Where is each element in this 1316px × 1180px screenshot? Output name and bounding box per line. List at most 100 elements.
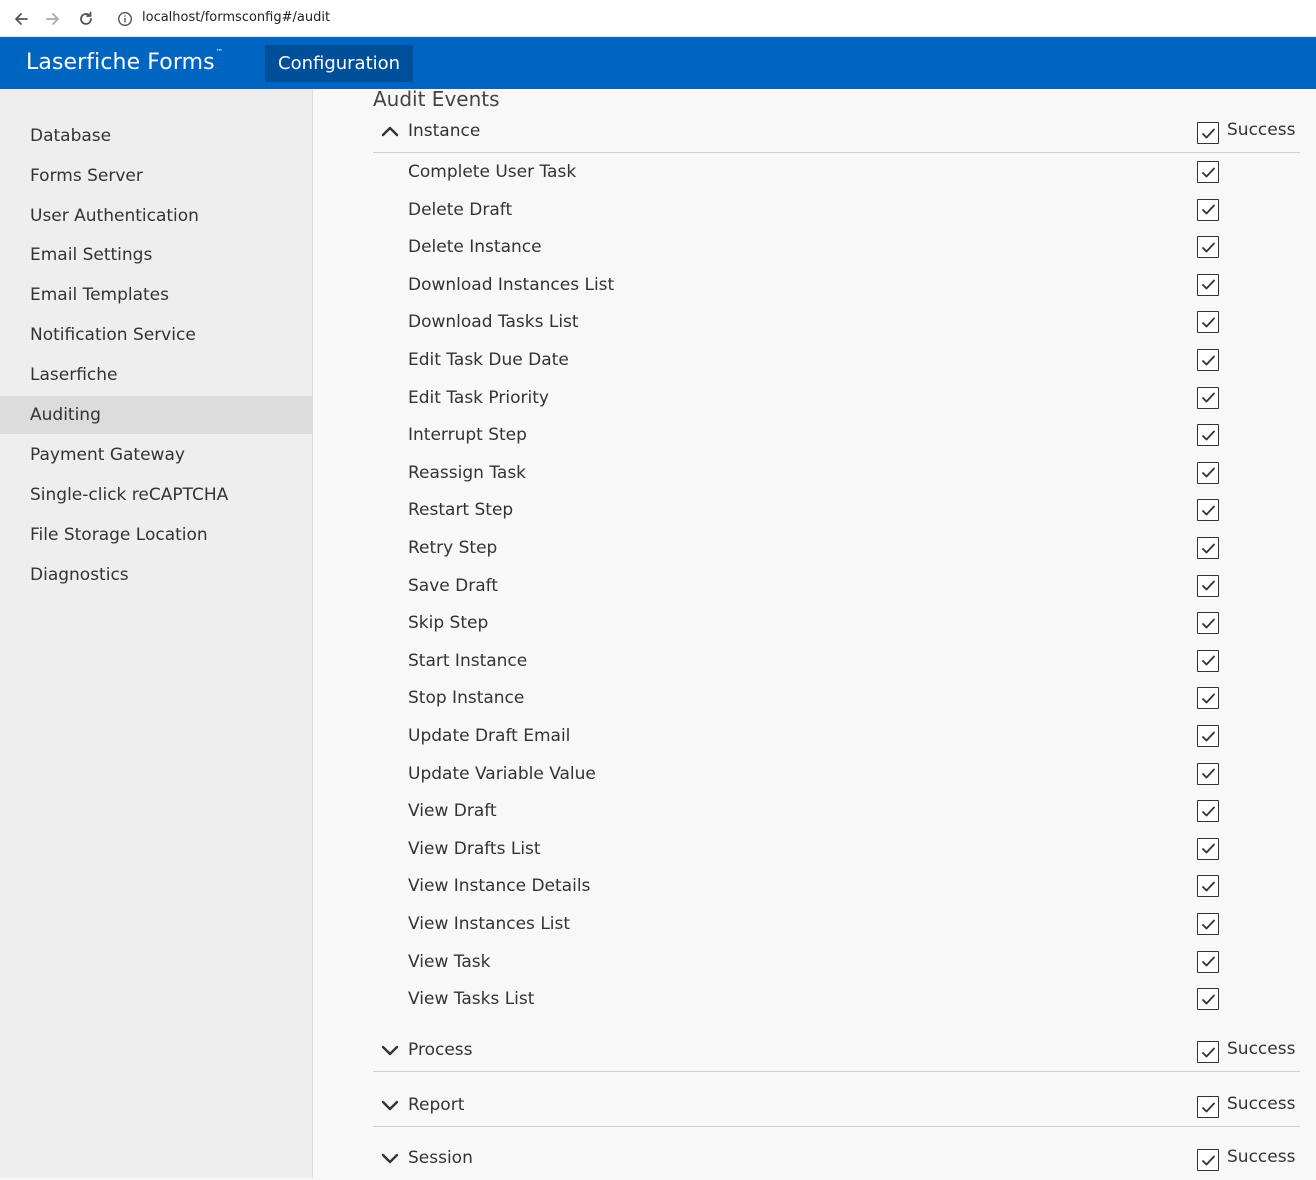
section-process[interactable]: Process Success <box>373 1032 1300 1072</box>
checkmark-icon <box>1201 806 1215 817</box>
sidebar-item-notification-service[interactable]: Notification Service <box>0 316 312 354</box>
back-arrow-icon[interactable] <box>10 8 32 30</box>
event-row: Complete User Task <box>373 154 1300 191</box>
success-label: Success <box>1227 1094 1296 1114</box>
section-label: Instance <box>408 121 481 141</box>
event-checkbox[interactable] <box>1197 198 1219 221</box>
reload-icon[interactable] <box>75 8 97 30</box>
checkmark-icon <box>1201 655 1215 666</box>
app-header: Laserfiche Forms™ Configuration <box>0 37 1316 89</box>
event-checkbox[interactable] <box>1197 461 1219 484</box>
event-checkbox[interactable] <box>1197 649 1219 672</box>
event-row: Retry Step <box>373 530 1300 567</box>
event-checkbox[interactable] <box>1197 236 1219 259</box>
event-row: View Draft <box>373 793 1300 830</box>
checkmark-icon <box>1201 731 1215 741</box>
browser-bar: localhost/formsconfig#/audit <box>0 0 1316 37</box>
sidebar-item-database[interactable]: Database <box>0 117 312 155</box>
sidebar-item-file-storage-location[interactable]: File Storage Location <box>0 516 312 554</box>
event-checkbox[interactable] <box>1197 913 1219 935</box>
event-row: View Drafts List <box>373 831 1300 868</box>
event-row: Interrupt Step <box>373 417 1300 454</box>
event-checkbox[interactable] <box>1197 537 1219 559</box>
checkmark-icon <box>1201 279 1215 290</box>
checkmark-icon <box>1201 843 1215 854</box>
success-checkbox[interactable] <box>1197 1096 1219 1118</box>
event-checkbox[interactable] <box>1197 950 1219 973</box>
sidebar-item-recaptcha[interactable]: Single-click reCAPTCHA <box>0 476 312 514</box>
checkmark-icon <box>1201 167 1215 177</box>
checkmark-icon <box>1201 1102 1215 1112</box>
checkmark-icon <box>1201 355 1215 365</box>
event-checkbox[interactable] <box>1197 800 1219 823</box>
event-checkbox[interactable] <box>1197 499 1219 522</box>
event-row: Delete Draft <box>373 192 1300 229</box>
section-report[interactable]: Report Success <box>373 1087 1300 1127</box>
section-label: Process <box>408 1040 473 1060</box>
event-checkbox[interactable] <box>1197 161 1219 183</box>
event-row: View Task <box>373 944 1300 981</box>
brand-logo[interactable]: Laserfiche Forms™ <box>26 47 223 75</box>
sidebar-item-diagnostics[interactable]: Diagnostics <box>0 556 312 594</box>
event-label: Start Instance <box>408 650 528 671</box>
section-label: Report <box>408 1095 465 1115</box>
sidebar-item-email-settings[interactable]: Email Settings <box>0 236 312 274</box>
event-label: View Task <box>408 951 491 972</box>
event-checkbox[interactable] <box>1197 574 1219 597</box>
event-label: Delete Draft <box>408 199 513 220</box>
checkmark-icon <box>1201 467 1215 478</box>
chevron-down-icon[interactable] <box>381 1041 399 1059</box>
checkmark-icon <box>1201 430 1215 441</box>
event-checkbox[interactable] <box>1197 687 1219 710</box>
event-checkbox[interactable] <box>1197 273 1219 296</box>
event-row: Update Variable Value <box>373 756 1300 793</box>
event-label: Edit Task Due Date <box>408 350 569 370</box>
sidebar-item-laserfiche[interactable]: Laserfiche <box>0 356 312 394</box>
event-checkbox[interactable] <box>1197 349 1219 371</box>
sidebar-item-forms-server[interactable]: Forms Server <box>0 157 312 195</box>
event-checkbox[interactable] <box>1197 612 1219 635</box>
event-row: Download Tasks List <box>373 304 1300 341</box>
success-checkbox[interactable] <box>1197 122 1219 144</box>
sidebar: Database Forms Server User Authenticatio… <box>0 89 313 1178</box>
section-session[interactable]: Session Success <box>373 1140 1300 1180</box>
event-checkbox[interactable] <box>1197 875 1219 898</box>
trademark: ™ <box>215 47 223 56</box>
event-checkbox[interactable] <box>1197 725 1219 747</box>
sidebar-item-user-authentication[interactable]: User Authentication <box>0 197 312 235</box>
address-bar[interactable]: localhost/formsconfig#/audit <box>142 10 330 25</box>
event-checkbox[interactable] <box>1197 762 1219 785</box>
sidebar-item-auditing[interactable]: Auditing <box>0 396 312 434</box>
checkmark-icon <box>1201 543 1215 553</box>
event-row: Edit Task Due Date <box>373 342 1300 379</box>
section-instance[interactable]: Instance Success <box>373 113 1300 153</box>
event-checkbox[interactable] <box>1197 386 1219 409</box>
section-label: Session <box>408 1148 473 1168</box>
event-checkbox[interactable] <box>1197 311 1219 334</box>
event-checkbox[interactable] <box>1197 988 1219 1011</box>
event-row: Edit Task Priority <box>373 380 1300 417</box>
event-checkbox[interactable] <box>1197 424 1219 447</box>
chevron-down-icon[interactable] <box>381 1149 399 1167</box>
event-row: View Instances List <box>373 906 1300 943</box>
event-row: Skip Step <box>373 605 1300 642</box>
event-label: Update Variable Value <box>408 763 596 784</box>
event-label: Update Draft Email <box>408 726 571 746</box>
sidebar-item-payment-gateway[interactable]: Payment Gateway <box>0 436 312 474</box>
event-row: Start Instance <box>373 643 1300 680</box>
event-label: Complete User Task <box>408 162 577 182</box>
event-label: Save Draft <box>408 575 498 596</box>
sidebar-item-email-templates[interactable]: Email Templates <box>0 276 312 314</box>
forward-arrow-icon[interactable] <box>42 8 64 30</box>
success-label: Success <box>1227 1147 1296 1167</box>
event-label: Retry Step <box>408 538 498 558</box>
tab-configuration[interactable]: Configuration <box>265 45 414 82</box>
success-checkbox[interactable] <box>1197 1041 1219 1063</box>
event-label: View Drafts List <box>408 838 541 859</box>
chevron-up-icon[interactable] <box>381 122 399 140</box>
info-icon[interactable] <box>117 11 133 27</box>
brand-name: Laserfiche Forms <box>26 50 215 75</box>
success-checkbox[interactable] <box>1197 1149 1219 1171</box>
event-checkbox[interactable] <box>1197 837 1219 860</box>
chevron-down-icon[interactable] <box>381 1096 399 1114</box>
